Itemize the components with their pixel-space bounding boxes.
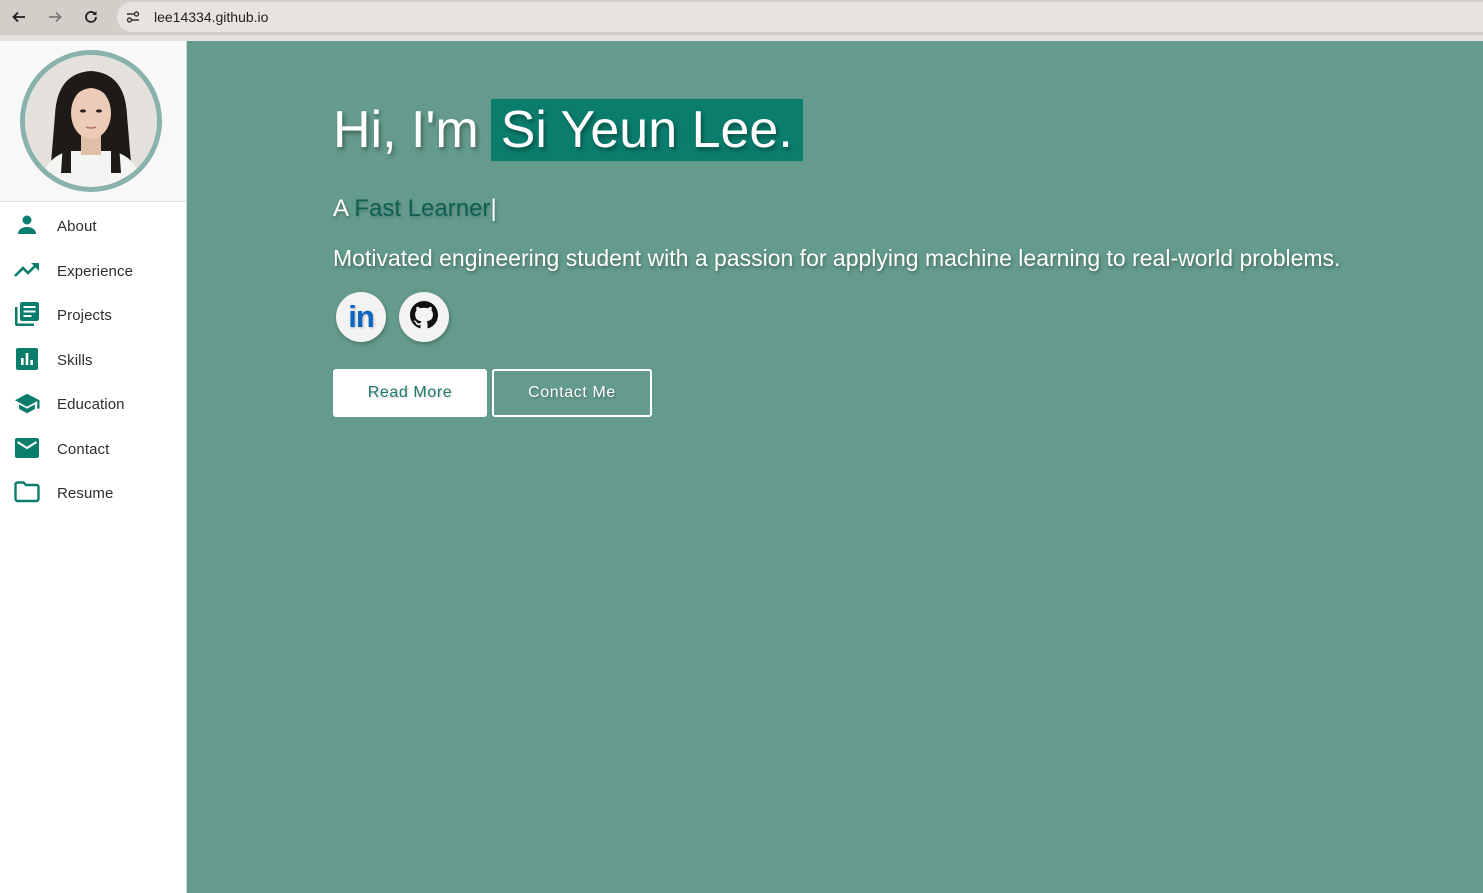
sidebar-item-label: Projects bbox=[57, 307, 112, 324]
hero-section: Hi, I'm Si Yeun Lee. A Fast Learner| Moti… bbox=[187, 41, 1483, 893]
contact-me-button[interactable]: Contact Me bbox=[492, 369, 652, 417]
back-arrow-icon[interactable] bbox=[7, 5, 31, 29]
toolbar-divider bbox=[0, 34, 1483, 41]
sidebar-item-resume[interactable]: Resume bbox=[0, 473, 186, 518]
github-icon bbox=[410, 300, 438, 334]
reload-icon[interactable] bbox=[79, 5, 103, 29]
profile-section bbox=[0, 41, 186, 202]
hero-heading: Hi, I'm Si Yeun Lee. bbox=[333, 99, 803, 161]
hero-description: Motivated engineering student with a pas… bbox=[333, 245, 1341, 271]
sidebar-item-contact[interactable]: Contact bbox=[0, 429, 186, 474]
read-more-button[interactable]: Read More bbox=[333, 369, 487, 417]
sidebar-item-label: Experience bbox=[57, 262, 134, 280]
school-icon bbox=[14, 390, 40, 416]
address-bar[interactable] bbox=[117, 2, 1483, 32]
tagline-typed-text: Fast Learner bbox=[354, 195, 491, 222]
sidebar-item-label: Contact bbox=[57, 440, 110, 458]
hero-name: Si Yeun Lee. bbox=[490, 99, 803, 161]
avatar bbox=[20, 50, 162, 192]
linkedin-button[interactable]: in bbox=[336, 292, 386, 342]
typing-cursor: | bbox=[490, 195, 497, 222]
sidebar: About Experience Projects Skills Educati… bbox=[0, 41, 187, 893]
sidebar-item-skills[interactable]: Skills bbox=[0, 340, 186, 385]
sidebar-item-label: Resume bbox=[57, 485, 114, 502]
trending-up-icon bbox=[14, 257, 40, 283]
sidebar-item-label: About bbox=[57, 218, 97, 235]
hero-greeting: Hi, I'm bbox=[333, 101, 479, 159]
sidebar-nav: About Experience Projects Skills Educati… bbox=[0, 206, 186, 518]
sidebar-item-projects[interactable]: Projects bbox=[0, 295, 186, 340]
browser-toolbar: lee14334.github.io bbox=[0, 0, 1483, 41]
sidebar-item-about[interactable]: About bbox=[0, 206, 186, 251]
hero-tagline: A Fast Learner| bbox=[333, 195, 497, 223]
sidebar-item-label: Education bbox=[57, 396, 125, 413]
sidebar-item-education[interactable]: Education bbox=[0, 384, 186, 429]
site-info-icon[interactable] bbox=[122, 6, 144, 28]
github-button[interactable] bbox=[399, 292, 449, 342]
linkedin-icon: in bbox=[348, 299, 375, 334]
library-books-icon bbox=[14, 301, 40, 327]
bar-chart-icon bbox=[14, 346, 40, 372]
forward-arrow-icon[interactable] bbox=[43, 5, 67, 29]
folder-icon bbox=[14, 479, 40, 505]
url-text[interactable]: lee14334.github.io bbox=[154, 9, 268, 25]
sidebar-item-label: Skills bbox=[57, 351, 93, 369]
person-icon bbox=[14, 212, 40, 238]
mail-icon bbox=[14, 435, 40, 461]
sidebar-item-experience[interactable]: Experience bbox=[0, 251, 186, 296]
tagline-prefix: A bbox=[333, 195, 348, 222]
